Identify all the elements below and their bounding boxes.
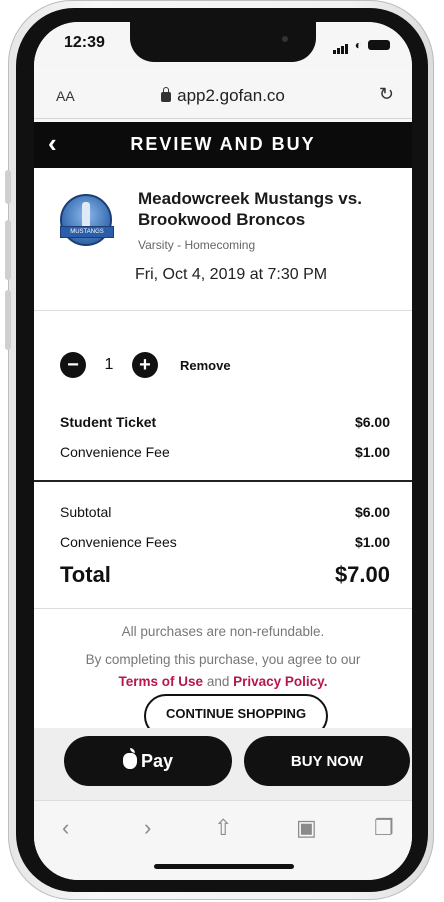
lock-icon (161, 87, 172, 102)
divider (34, 310, 412, 311)
fees-label: Convenience Fees (60, 534, 177, 550)
and-text: and (206, 674, 230, 689)
event-card: MUSTANGS Meadowcreek Mustangs vs. Brookw… (34, 168, 412, 308)
reload-icon[interactable]: ↻ (379, 84, 394, 105)
ticket-name: Student Ticket (60, 414, 157, 430)
fees-amount: $1.00 (354, 534, 390, 550)
event-title: Meadowcreek Mustangs vs. Brookwood Bronc… (138, 189, 362, 229)
apple-icon (122, 748, 137, 769)
url-text: app2.gofan.co (177, 86, 285, 105)
quantity-value: 1 (104, 356, 114, 373)
logo-banner: MUSTANGS (60, 226, 114, 238)
status-icons: ◐ (332, 36, 390, 54)
back-arrow-icon[interactable]: ‹ (62, 815, 69, 841)
share-icon[interactable]: ⇧ (214, 815, 232, 841)
url-field[interactable]: app2.gofan.co (34, 86, 412, 106)
ticket-line: Student Ticket $6.00 (60, 414, 390, 430)
notch (130, 22, 316, 62)
policy-links: Terms of Use and Privacy Policy. (34, 674, 412, 689)
divider (34, 608, 412, 609)
total-line: Total $7.00 (60, 562, 390, 588)
volume-down-button (5, 290, 11, 350)
remove-button[interactable]: Remove (180, 358, 231, 373)
forward-arrow-icon[interactable]: › (144, 815, 151, 841)
browser-url-bar[interactable]: AA app2.gofan.co ↻ (34, 74, 412, 119)
ticket-price: $6.00 (354, 414, 390, 430)
status-bar: 12:39 ◐ (34, 22, 412, 68)
fee-label: Convenience Fee (60, 444, 170, 460)
phone-screen: 12:39 ◐ AA app2.gofan.co ↻ ‹ REVIEW AND … (34, 22, 412, 880)
fee-line: Convenience Fee $1.00 (60, 444, 390, 460)
event-subtitle: Varsity - Homecoming (138, 238, 256, 252)
battery-icon (368, 40, 390, 50)
page-header: ‹ REVIEW AND BUY (34, 122, 412, 168)
agreement-text: By completing this purchase, you agree t… (85, 652, 361, 667)
payment-bar: Pay BUY NOW (34, 728, 412, 800)
total-amount: $7.00 (334, 562, 390, 587)
period-text: . (323, 674, 328, 689)
decrease-quantity-button[interactable]: − (60, 352, 86, 378)
status-time: 12:39 (64, 34, 105, 51)
apple-pay-label: Pay (140, 750, 174, 771)
fees-line: Convenience Fees $1.00 (60, 534, 390, 550)
camera-dot (282, 36, 288, 42)
wifi-icon: ◐ (354, 38, 362, 52)
subtotal-line: Subtotal $6.00 (60, 504, 390, 520)
terms-link[interactable]: Terms of Use (119, 674, 204, 689)
refund-notice: All purchases are non-refundable. (121, 624, 325, 639)
page-title: REVIEW AND BUY (130, 134, 316, 154)
fee-amount: $1.00 (354, 444, 390, 460)
total-label: Total (60, 562, 111, 587)
subtotal-label: Subtotal (60, 504, 112, 520)
bookmarks-icon[interactable]: ▣ (296, 815, 317, 841)
privacy-link[interactable]: Privacy Policy (233, 674, 324, 689)
subtotal-amount: $6.00 (354, 504, 390, 520)
buy-now-button[interactable]: BUY NOW (244, 736, 410, 786)
quantity-stepper: − 1 + Remove (60, 352, 231, 378)
mute-switch (5, 170, 11, 204)
apple-pay-button[interactable]: Pay (64, 736, 232, 786)
section-divider (34, 480, 412, 482)
increase-quantity-button[interactable]: + (132, 352, 158, 378)
tabs-icon[interactable]: ❐ (374, 815, 394, 841)
school-logo: MUSTANGS (60, 194, 114, 246)
signal-icon (332, 36, 349, 54)
volume-up-button (5, 220, 11, 280)
review-content: MUSTANGS Meadowcreek Mustangs vs. Brookw… (34, 168, 412, 738)
event-date: Fri, Oct 4, 2019 at 7:30 PM (135, 266, 328, 283)
home-indicator[interactable] (154, 864, 294, 869)
